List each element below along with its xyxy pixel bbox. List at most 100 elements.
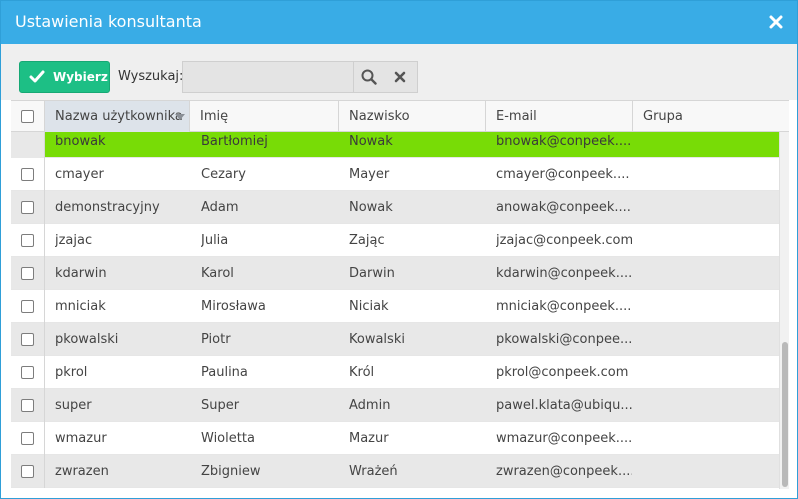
search-input[interactable]	[183, 62, 353, 92]
cell-username: mniciak	[55, 299, 106, 314]
row-checkbox[interactable]	[21, 267, 34, 280]
cell-username: bnowak	[55, 134, 106, 149]
checkmark-icon	[29, 70, 45, 83]
cell-first-name: Piotr	[201, 332, 231, 347]
search-icon[interactable]	[361, 69, 377, 85]
users-grid: Nazwa użytkownika Imię Nazwisko E-mail G…	[11, 100, 789, 490]
search-divider	[353, 62, 354, 92]
cell-email: pkowalski@conpee...	[496, 332, 632, 347]
sort-desc-icon[interactable]	[175, 114, 185, 120]
cell-first-name: Wioletta	[201, 431, 255, 446]
cell-email: jzajac@conpeek.com	[496, 233, 632, 248]
row-checkbox-cell	[11, 389, 45, 422]
row-checkbox-cell	[11, 323, 45, 356]
cell-email: pkrol@conpeek.com	[496, 365, 629, 380]
cell-first-name: Super	[201, 398, 240, 413]
column-header-last-name[interactable]: Nazwisko	[339, 101, 486, 132]
row-checkbox-cell	[11, 422, 45, 455]
table-row[interactable]: pkrol Paulina Król pkrol@conpeek.com	[11, 356, 779, 389]
row-checkbox-cell	[11, 257, 45, 290]
table-row[interactable]: mniciak Mirosława Niciak mniciak@conpeek...…	[11, 290, 779, 323]
dialog-titlebar: Ustawienia konsultanta	[1, 1, 797, 44]
cell-username: jzajac	[55, 233, 93, 248]
cell-first-name: Paulina	[201, 365, 248, 380]
row-checkbox[interactable]	[21, 333, 34, 346]
cell-last-name: Nowak	[349, 200, 393, 215]
close-icon[interactable]	[767, 13, 785, 31]
cell-last-name: Zając	[349, 233, 385, 248]
cell-first-name: Zbigniew	[201, 464, 261, 479]
cell-email: kdarwin@conpeek....	[496, 266, 632, 281]
search-label: Wyszukaj:	[118, 69, 184, 84]
cell-last-name: Nowak	[349, 134, 393, 149]
table-row[interactable]: cmayer Cezary Mayer cmayer@conpeek....	[11, 158, 779, 191]
cell-last-name: Kowalski	[349, 332, 405, 347]
cell-first-name: Adam	[201, 200, 239, 215]
cell-first-name: Mirosława	[201, 299, 266, 314]
cell-email: zwrazen@conpeek....	[496, 464, 632, 479]
select-button[interactable]: Wybierz	[19, 61, 110, 93]
cell-username: super	[55, 398, 92, 413]
table-row[interactable]: kdarwin Karol Darwin kdarwin@conpeek....	[11, 257, 779, 290]
row-checkbox-cell	[11, 290, 45, 323]
row-checkbox[interactable]	[21, 300, 34, 313]
table-row[interactable]: zwrazen Zbigniew Wrażeń zwrazen@conpeek....	[11, 455, 779, 488]
row-checkbox[interactable]	[21, 234, 34, 247]
cell-username: wmazur	[55, 431, 107, 446]
grid-header: Nazwa użytkownika Imię Nazwisko E-mail G…	[11, 100, 789, 132]
cell-email: pawel.klata@ubiqu...	[496, 398, 632, 413]
scrollbar-thumb[interactable]	[782, 342, 788, 487]
row-checkbox-cell	[11, 132, 45, 158]
row-checkbox[interactable]	[21, 366, 34, 379]
cell-email: wmazur@conpeek....	[496, 431, 632, 446]
row-checkbox[interactable]	[21, 465, 34, 478]
cell-last-name: Mazur	[349, 431, 389, 446]
cell-last-name: Admin	[349, 398, 391, 413]
cell-username: kdarwin	[55, 266, 107, 281]
table-row[interactable]: bnowak Bartłomiej Nowak bnowak@conpeek....	[11, 132, 779, 158]
grid-body: bnowak Bartłomiej Nowak bnowak@conpeek.... c…	[11, 132, 779, 489]
select-all-checkbox[interactable]	[21, 110, 34, 123]
table-row[interactable]: wmazur Wioletta Mazur wmazur@conpeek....	[11, 422, 779, 455]
cell-email: bnowak@conpeek....	[496, 134, 632, 149]
cell-first-name: Cezary	[201, 167, 246, 182]
cell-last-name: Mayer	[349, 167, 390, 182]
row-checkbox[interactable]	[21, 399, 34, 412]
clear-search-icon[interactable]	[393, 70, 407, 84]
column-header-group[interactable]: Grupa	[633, 101, 789, 132]
table-row[interactable]: jzajac Julia Zając jzajac@conpeek.com	[11, 224, 779, 257]
table-row[interactable]: demonstracyjny Adam Nowak anowak@conpeek...…	[11, 191, 779, 224]
column-header-email[interactable]: E-mail	[486, 101, 633, 132]
row-checkbox-cell	[11, 356, 45, 389]
row-checkbox[interactable]	[21, 201, 34, 214]
column-header-username[interactable]: Nazwa użytkownika	[45, 101, 190, 132]
row-checkbox-cell	[11, 191, 45, 224]
cell-username: demonstracyjny	[55, 200, 160, 215]
row-checkbox[interactable]	[21, 168, 34, 181]
column-header-label: Imię	[200, 109, 229, 124]
header-checkbox-cell	[11, 101, 45, 132]
select-button-label: Wybierz	[53, 70, 108, 84]
cell-last-name: Król	[349, 365, 375, 380]
cell-first-name: Karol	[201, 266, 234, 281]
cell-last-name: Darwin	[349, 266, 395, 281]
toolbar: Wybierz Wyszukaj:	[1, 44, 797, 100]
cell-first-name: Bartłomiej	[201, 134, 268, 149]
cell-first-name: Julia	[201, 233, 229, 248]
search-box	[182, 61, 418, 93]
cell-last-name: Niciak	[349, 299, 389, 314]
row-checkbox[interactable]	[21, 432, 34, 445]
column-header-label: E-mail	[496, 109, 537, 124]
column-header-label: Grupa	[643, 109, 683, 124]
cell-username: pkowalski	[55, 332, 119, 347]
cell-email: cmayer@conpeek....	[496, 167, 630, 182]
column-header-first-name[interactable]: Imię	[190, 101, 339, 132]
cell-username: pkrol	[55, 365, 88, 380]
cell-username: cmayer	[55, 167, 104, 182]
table-row[interactable]: super Super Admin pawel.klata@ubiqu...	[11, 389, 779, 422]
cell-username: zwrazen	[55, 464, 109, 479]
vertical-scrollbar[interactable]	[779, 132, 789, 489]
cell-email: mniciak@conpeek....	[496, 299, 632, 314]
cell-last-name: Wrażeń	[349, 464, 398, 479]
table-row[interactable]: pkowalski Piotr Kowalski pkowalski@conpee..…	[11, 323, 779, 356]
